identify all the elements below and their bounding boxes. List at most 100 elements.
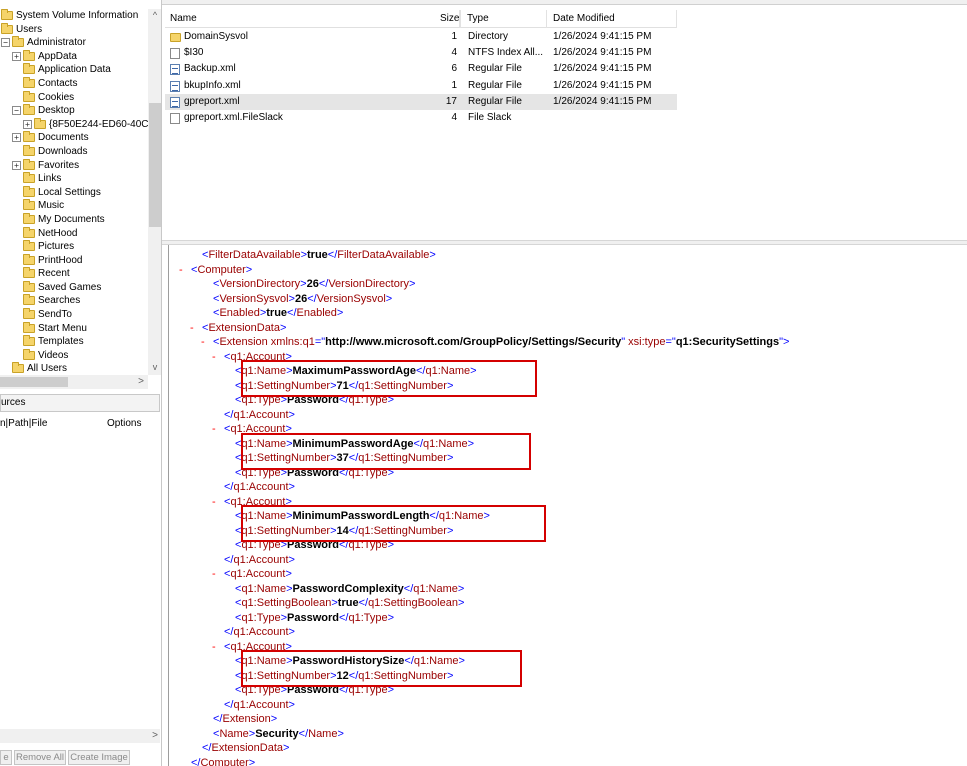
xml-tag-name: q1:SettingBoolean [368, 597, 458, 609]
tree-item[interactable]: Application Data [0, 63, 148, 77]
tree-item[interactable]: All Users [0, 362, 148, 376]
tree-item[interactable]: Pictures [0, 240, 148, 254]
tree-item[interactable]: Videos [0, 348, 148, 363]
tree-item[interactable]: + AppData [0, 49, 148, 64]
column-name[interactable]: Name [165, 10, 460, 28]
collapse-toggle-icon[interactable]: - [212, 350, 216, 365]
xml-line: <q1:Name>MaximumPasswordAge</q1:Name> [235, 364, 477, 379]
tree-item[interactable]: Contacts [0, 76, 148, 91]
xml-tag-name: q1:Type [241, 611, 281, 624]
tree-item[interactable]: + Favorites [0, 158, 148, 173]
expand-icon[interactable]: + [12, 133, 21, 143]
tree-item[interactable]: Local Settings [0, 185, 148, 200]
xml-line: <q1:Type>Password</q1:Type> [235, 683, 394, 698]
evidence-sources-header[interactable]: urces [0, 394, 160, 412]
xml-tag-name: q1:SettingNumber [358, 452, 447, 464]
column-options[interactable]: Options [107, 418, 141, 429]
xml-line: <Name>Security</Name> [213, 727, 344, 742]
tree-item[interactable]: Downloads [0, 144, 148, 159]
sources-horizontal-scrollbar[interactable]: > [0, 729, 160, 743]
tree-item[interactable]: System Volume Information [0, 9, 148, 23]
scroll-up-arrow[interactable]: ^ [148, 9, 161, 21]
tree-item[interactable]: − Desktop [0, 104, 148, 118]
tree-hscroll-thumb[interactable] [0, 377, 68, 387]
expand-icon[interactable]: + [12, 160, 21, 170]
tree-item[interactable]: Cookies [0, 90, 148, 105]
file-type: Directory [468, 31, 509, 42]
column-type[interactable]: Type [462, 10, 547, 28]
xml-value: 26 [294, 292, 308, 305]
collapse-toggle-icon[interactable]: - [201, 335, 205, 350]
xml-line: <q1:SettingNumber>71</q1:SettingNumber> [235, 379, 453, 394]
tree-item[interactable]: NetHood [0, 226, 148, 241]
file-row[interactable]: $I30 4 NTFS Index All... 1/26/2024 9:41:15 … [165, 45, 677, 61]
xml-tag-name: q1:Account [230, 423, 286, 435]
collapse-toggle-icon[interactable]: - [179, 263, 183, 278]
tree-item-label: PrintHood [38, 254, 83, 266]
tree-item[interactable]: + Documents [0, 131, 148, 145]
expand-icon[interactable]: + [12, 51, 21, 61]
expand-icon[interactable]: + [23, 119, 32, 129]
file-row[interactable]: gpreport.xml.FileSlack 4 File Slack [165, 110, 677, 126]
xml-tag-name: ExtensionData [211, 742, 284, 754]
xml-tag-name: q1:Account [233, 408, 289, 421]
xml-tag-name: q1:Account [233, 698, 289, 711]
tree-item[interactable]: Recent [0, 267, 148, 281]
tree-item[interactable]: My Documents [0, 212, 148, 227]
xml-tag-name: q1:Account [230, 495, 286, 508]
create-image-button[interactable]: Create Image [68, 750, 130, 765]
folder-icon [23, 76, 35, 88]
column-date-modified[interactable]: Date Modified [547, 10, 677, 28]
file-row[interactable]: gpreport.xml 17 Regular File 1/26/2024 9:41… [165, 93, 677, 110]
collapse-toggle-icon[interactable]: - [212, 567, 216, 582]
remove-button[interactable]: e [0, 750, 12, 765]
tree-item[interactable]: Searches [0, 294, 148, 308]
collapse-icon[interactable]: − [12, 106, 21, 116]
xml-tag-name: q1:Type [241, 466, 281, 479]
xml-bracket: > [288, 408, 295, 421]
tree-item[interactable]: Start Menu [0, 321, 148, 336]
tree-item[interactable]: Saved Games [0, 280, 148, 295]
tree-vertical-scrollbar[interactable]: ^ v [148, 9, 161, 375]
scroll-down-arrow[interactable]: v [148, 361, 161, 373]
file-row[interactable]: bkupInfo.xml 1 Regular File 1/26/2024 9:41:… [165, 78, 677, 94]
collapse-icon[interactable]: − [1, 38, 10, 48]
xml-value: MinimumPasswordAge [292, 437, 414, 450]
scroll-right-arrow[interactable]: > [152, 729, 158, 743]
column-path-file[interactable]: n|Path|File [0, 418, 47, 429]
collapse-toggle-icon[interactable]: - [212, 495, 216, 510]
tree-item[interactable]: Users [0, 22, 148, 37]
xml-line: <q1:Name>PasswordHistorySize</q1:Name> [235, 654, 465, 669]
file-row[interactable]: DomainSysvol 1 Directory 1/26/2024 9:41:15 … [165, 29, 677, 45]
remove-all-button[interactable]: Remove All [14, 750, 66, 765]
tree-item[interactable]: Templates [0, 335, 148, 349]
file-row[interactable]: Backup.xml 6 Regular File 1/26/2024 9:41:15… [165, 61, 677, 77]
file-type: File Slack [468, 112, 512, 123]
collapse-toggle-icon[interactable]: - [212, 422, 216, 437]
collapse-toggle-icon[interactable]: - [212, 640, 216, 655]
tree-item-label: Users [16, 23, 43, 35]
tree-item[interactable]: PrintHood [0, 253, 148, 268]
tree-scroll-thumb[interactable] [149, 103, 161, 227]
xml-tag-name: Name [219, 727, 249, 740]
scroll-right-arrow[interactable]: > [134, 375, 148, 389]
tree-item[interactable]: Links [0, 172, 148, 186]
tree-item[interactable]: + {8F50E244-ED60-40C [0, 117, 149, 132]
tree-item-label: Saved Games [38, 281, 102, 293]
file-list-tab-strip [162, 0, 967, 5]
tree-horizontal-scrollbar[interactable]: > [0, 375, 148, 389]
xml-tag-name: q1:Name [438, 510, 484, 522]
column-size[interactable]: Size [435, 10, 461, 28]
folder-icon [23, 321, 35, 333]
xml-line: - <Computer> [179, 263, 252, 278]
tree-item[interactable]: SendTo [0, 308, 148, 322]
tree-item[interactable]: − Administrator [0, 36, 148, 50]
xml-bracket: > [458, 655, 465, 667]
tree-item[interactable]: Music [0, 199, 148, 213]
xml-bracket: </ [348, 452, 359, 464]
xml-tag-name: Enabled [296, 307, 337, 319]
file-date: 1/26/2024 9:41:15 PM [553, 63, 652, 75]
file-name: bkupInfo.xml [184, 79, 241, 91]
xml-tag-name: q1:Name [241, 437, 287, 450]
collapse-toggle-icon[interactable]: - [190, 321, 194, 336]
